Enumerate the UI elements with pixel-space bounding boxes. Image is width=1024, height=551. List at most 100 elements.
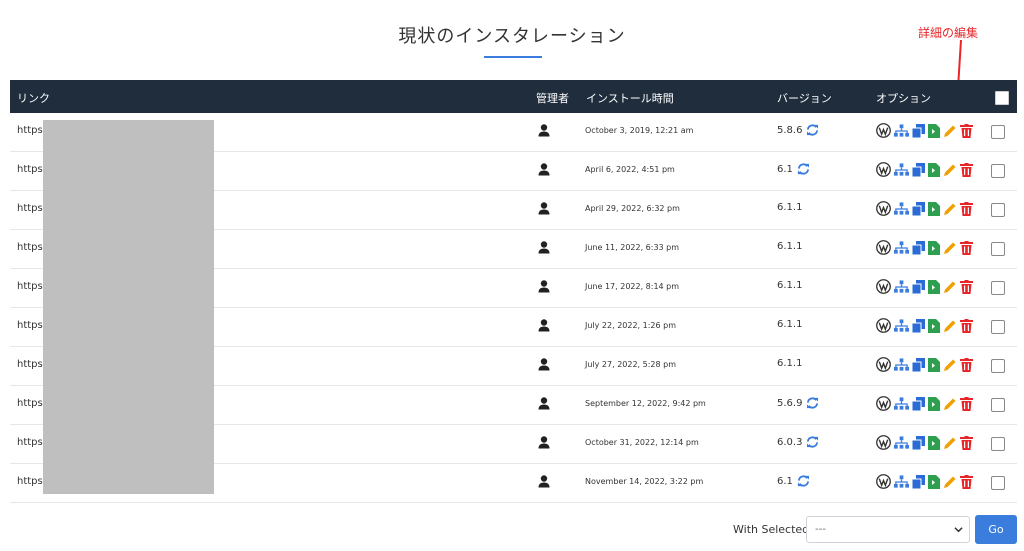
user-icon[interactable] [538, 124, 550, 137]
row-checkbox[interactable] [991, 203, 1005, 217]
refresh-icon[interactable] [806, 397, 819, 409]
edit-icon[interactable] [943, 124, 957, 138]
edit-icon[interactable] [943, 436, 957, 450]
site-link[interactable]: https [17, 437, 43, 448]
user-icon[interactable] [538, 163, 550, 176]
edit-icon[interactable] [943, 202, 957, 216]
clone-icon[interactable] [912, 474, 925, 489]
row-checkbox[interactable] [991, 242, 1005, 256]
network-icon[interactable] [894, 201, 909, 216]
row-checkbox[interactable] [991, 125, 1005, 139]
network-icon[interactable] [894, 474, 909, 489]
clone-icon[interactable] [912, 279, 925, 294]
site-link[interactable]: https [17, 398, 43, 409]
install-time: November 14, 2022, 3:22 pm [585, 477, 704, 486]
refresh-icon[interactable] [797, 475, 810, 487]
row-checkbox[interactable] [991, 476, 1005, 490]
row-checkbox[interactable] [991, 281, 1005, 295]
delete-icon[interactable] [960, 240, 973, 255]
delete-icon[interactable] [960, 162, 973, 177]
network-icon[interactable] [894, 318, 909, 333]
network-icon[interactable] [894, 435, 909, 450]
staging-icon[interactable] [928, 201, 940, 216]
edit-icon[interactable] [943, 397, 957, 411]
user-icon[interactable] [538, 202, 550, 215]
user-icon[interactable] [538, 358, 550, 371]
user-icon[interactable] [538, 475, 550, 488]
site-link[interactable]: https [17, 359, 43, 370]
clone-icon[interactable] [912, 123, 925, 138]
network-icon[interactable] [894, 279, 909, 294]
user-icon[interactable] [538, 436, 550, 449]
go-button[interactable]: Go [975, 515, 1017, 544]
delete-icon[interactable] [960, 279, 973, 294]
wordpress-icon[interactable] [876, 279, 891, 294]
staging-icon[interactable] [928, 318, 940, 333]
delete-icon[interactable] [960, 318, 973, 333]
row-checkbox[interactable] [991, 437, 1005, 451]
wordpress-icon[interactable] [876, 318, 891, 333]
edit-icon[interactable] [943, 163, 957, 177]
staging-icon[interactable] [928, 240, 940, 255]
network-icon[interactable] [894, 123, 909, 138]
network-icon[interactable] [894, 162, 909, 177]
clone-icon[interactable] [912, 396, 925, 411]
clone-icon[interactable] [912, 240, 925, 255]
edit-icon[interactable] [943, 358, 957, 372]
version-text: 6.1 [777, 476, 793, 487]
wordpress-icon[interactable] [876, 123, 891, 138]
edit-icon[interactable] [943, 280, 957, 294]
delete-icon[interactable] [960, 435, 973, 450]
staging-icon[interactable] [928, 123, 940, 138]
staging-icon[interactable] [928, 435, 940, 450]
edit-icon[interactable] [943, 475, 957, 489]
site-link[interactable]: https [17, 242, 43, 253]
staging-icon[interactable] [928, 279, 940, 294]
user-icon[interactable] [538, 241, 550, 254]
wordpress-icon[interactable] [876, 240, 891, 255]
network-icon[interactable] [894, 240, 909, 255]
bulk-action-select[interactable]: --- [806, 516, 970, 543]
row-checkbox[interactable] [991, 320, 1005, 334]
select-all-checkbox[interactable] [995, 91, 1009, 105]
site-link[interactable]: https [17, 320, 43, 331]
refresh-icon[interactable] [797, 163, 810, 175]
wordpress-icon[interactable] [876, 396, 891, 411]
edit-icon[interactable] [943, 319, 957, 333]
site-link[interactable]: https [17, 125, 43, 136]
row-checkbox[interactable] [991, 359, 1005, 373]
wordpress-icon[interactable] [876, 474, 891, 489]
delete-icon[interactable] [960, 123, 973, 138]
wordpress-icon[interactable] [876, 162, 891, 177]
user-icon[interactable] [538, 397, 550, 410]
clone-icon[interactable] [912, 357, 925, 372]
site-link[interactable]: https [17, 164, 43, 175]
delete-icon[interactable] [960, 201, 973, 216]
clone-icon[interactable] [912, 162, 925, 177]
delete-icon[interactable] [960, 474, 973, 489]
staging-icon[interactable] [928, 474, 940, 489]
delete-icon[interactable] [960, 357, 973, 372]
wordpress-icon[interactable] [876, 357, 891, 372]
user-icon[interactable] [538, 280, 550, 293]
wordpress-icon[interactable] [876, 201, 891, 216]
staging-icon[interactable] [928, 396, 940, 411]
refresh-icon[interactable] [806, 436, 819, 448]
refresh-icon[interactable] [806, 124, 819, 136]
delete-icon[interactable] [960, 396, 973, 411]
staging-icon[interactable] [928, 162, 940, 177]
site-link[interactable]: https [17, 281, 43, 292]
clone-icon[interactable] [912, 435, 925, 450]
staging-icon[interactable] [928, 357, 940, 372]
edit-icon[interactable] [943, 241, 957, 255]
wordpress-icon[interactable] [876, 435, 891, 450]
clone-icon[interactable] [912, 201, 925, 216]
clone-icon[interactable] [912, 318, 925, 333]
user-icon[interactable] [538, 319, 550, 332]
network-icon[interactable] [894, 357, 909, 372]
row-checkbox[interactable] [991, 164, 1005, 178]
site-link[interactable]: https [17, 203, 43, 214]
row-checkbox[interactable] [991, 398, 1005, 412]
site-link[interactable]: https [17, 476, 43, 487]
network-icon[interactable] [894, 396, 909, 411]
